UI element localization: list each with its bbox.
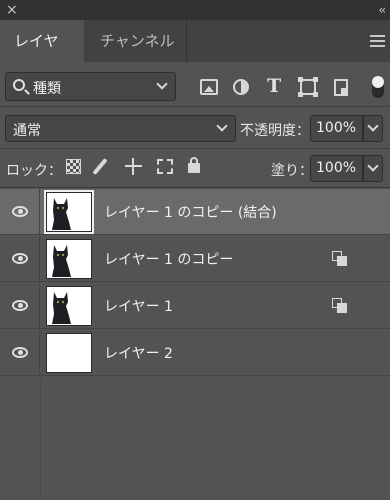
layer-name: レイヤー 1	[104, 299, 173, 315]
smart-object-filter-icon[interactable]	[334, 79, 348, 96]
visibility-toggle[interactable]	[0, 236, 40, 282]
visibility-toggle[interactable]	[0, 189, 40, 235]
panel-menu-icon[interactable]	[370, 35, 385, 47]
opacity-input[interactable]: 100%	[310, 115, 363, 142]
lock-row: ロック： 塗り： 100%	[0, 155, 390, 185]
layer-name: レイヤー 1 のコピー	[104, 252, 234, 268]
shape-filter-icon[interactable]	[298, 77, 318, 97]
collapse-panel-icon[interactable]: ‹‹	[378, 2, 385, 18]
layer-row[interactable]: レイヤー 1	[0, 283, 390, 329]
panel-top-bar: × ‹‹	[0, 0, 390, 20]
lock-position-move-icon[interactable]	[124, 157, 143, 176]
layer-row[interactable]: レイヤー 1 のコピー	[0, 236, 390, 282]
smart-object-icon	[332, 251, 348, 267]
layer-thumbnail	[44, 190, 94, 234]
layer-name: レイヤー 1 のコピー (結合)	[104, 205, 277, 221]
divider	[0, 106, 390, 107]
fill-dropdown-button[interactable]	[363, 155, 383, 182]
type-filter-icon[interactable]: T	[267, 75, 285, 97]
blend-mode-label: 通常	[13, 123, 41, 139]
lock-artboard-icon[interactable]	[157, 159, 173, 174]
layer-row[interactable]: レイヤー 1 のコピー (結合)	[0, 189, 390, 235]
fill-input[interactable]: 100%	[310, 155, 363, 182]
visibility-toggle[interactable]	[0, 330, 40, 376]
chevron-down-icon	[216, 120, 228, 132]
visibility-toggle[interactable]	[0, 283, 40, 329]
column-divider	[40, 377, 41, 500]
filter-toggle-switch[interactable]	[372, 76, 384, 98]
adjustment-filter-icon[interactable]	[233, 79, 249, 95]
close-icon[interactable]: ×	[6, 2, 18, 18]
layer-list: レイヤー 1 のコピー (結合) レイヤー 1 のコピー レイヤー 1 レイヤー…	[0, 189, 390, 500]
smart-object-icon	[332, 298, 348, 314]
eye-icon	[12, 300, 28, 311]
blend-row: 通常 不透明度： 100%	[0, 115, 390, 145]
chevron-down-icon	[367, 120, 379, 132]
blend-mode-dropdown[interactable]: 通常	[5, 115, 236, 142]
eye-icon	[12, 253, 28, 264]
eye-icon	[12, 347, 28, 358]
cat-thumbnail-icon	[52, 292, 71, 324]
lock-all-padlock-icon[interactable]	[188, 157, 200, 173]
panel-tab-bar: レイヤー チャンネル	[0, 20, 390, 92]
layer-thumbnail	[46, 239, 92, 279]
opacity-dropdown-button[interactable]	[363, 115, 383, 142]
lock-transparent-pixels-icon[interactable]	[66, 159, 81, 174]
layer-thumbnail	[46, 286, 92, 326]
chevron-down-icon	[156, 78, 168, 90]
eye-icon	[12, 206, 28, 217]
layer-thumbnail	[46, 333, 92, 373]
divider	[0, 187, 390, 188]
filter-kind-dropdown[interactable]: 種類	[5, 72, 176, 101]
lock-label: ロック：	[6, 163, 62, 179]
cat-thumbnail-icon	[52, 198, 71, 230]
tab-layers[interactable]: レイヤー	[0, 20, 84, 92]
tab-divider	[186, 20, 187, 62]
lock-image-pixels-brush-icon[interactable]	[92, 157, 108, 176]
layer-filter-row: 種類 T	[0, 72, 390, 104]
cat-thumbnail-icon	[52, 245, 71, 277]
image-filter-icon[interactable]	[200, 79, 218, 95]
search-icon	[13, 79, 25, 91]
tab-channels[interactable]: チャンネル	[86, 20, 189, 62]
chevron-down-icon	[367, 160, 379, 172]
layer-row[interactable]: レイヤー 2	[0, 330, 390, 376]
opacity-label: 不透明度：	[240, 123, 310, 139]
fill-label: 塗り：	[271, 163, 313, 179]
layer-name: レイヤー 2	[104, 346, 173, 362]
filter-kind-label: 種類	[33, 81, 61, 97]
divider	[0, 148, 390, 149]
